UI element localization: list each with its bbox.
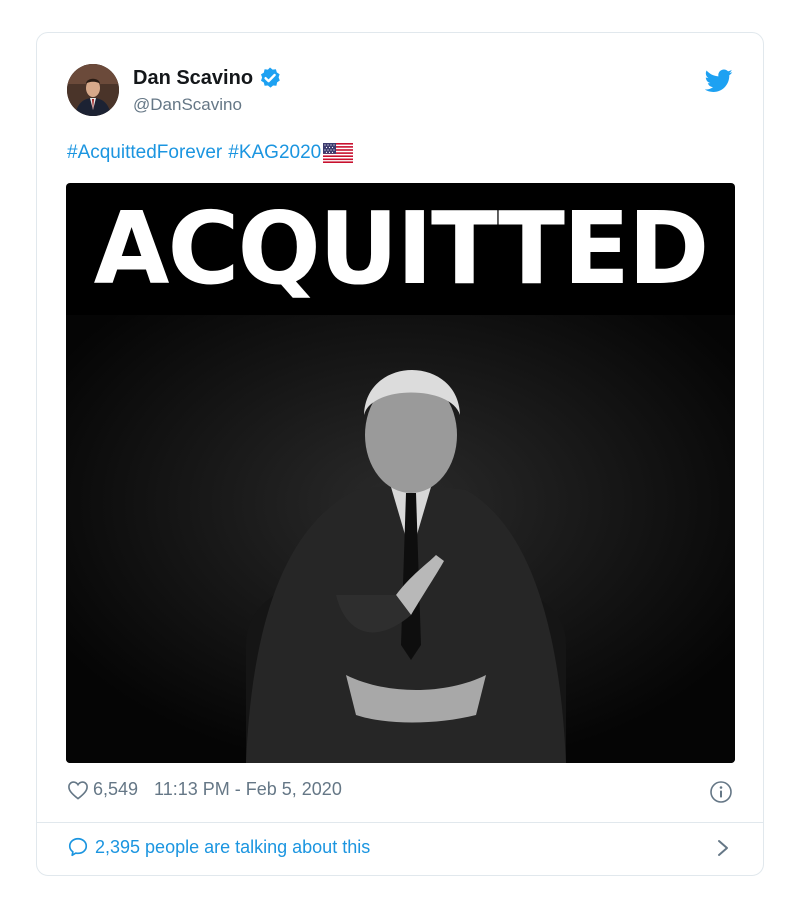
author-handle[interactable]: @DanScavino bbox=[133, 95, 242, 115]
heart-icon[interactable] bbox=[67, 780, 89, 800]
conversation-text: 2,395 people are talking about this bbox=[95, 836, 371, 857]
tweet-timestamp[interactable]: 11:13 PM - Feb 5, 2020 bbox=[154, 779, 342, 800]
hashtag-link[interactable]: #AcquittedForever bbox=[67, 142, 222, 164]
hashtag-link[interactable]: #KAG2020 bbox=[228, 142, 321, 164]
card-divider bbox=[37, 822, 763, 823]
tweet-meta: 6,549 11:13 PM - Feb 5, 2020 bbox=[67, 779, 342, 800]
media-photo bbox=[66, 315, 735, 763]
author-avatar[interactable] bbox=[67, 64, 119, 116]
tweet-text: #AcquittedForever #KAG2020 bbox=[67, 142, 354, 164]
info-icon[interactable] bbox=[709, 780, 733, 804]
us-flag-emoji bbox=[323, 143, 354, 163]
tweet-media[interactable]: ACQUITTED bbox=[66, 183, 735, 763]
conversation-link[interactable]: 2,395 people are talking about this bbox=[67, 836, 370, 858]
speech-bubble-icon bbox=[68, 837, 88, 857]
media-headline: ACQUITTED bbox=[93, 189, 710, 307]
chevron-right-icon[interactable] bbox=[716, 838, 730, 858]
verified-badge-icon bbox=[261, 67, 280, 88]
like-count[interactable]: 6,549 bbox=[93, 779, 138, 800]
tweet-card[interactable]: Dan Scavino @DanScavino #AcquittedForeve… bbox=[36, 32, 764, 876]
twitter-bird-icon[interactable] bbox=[705, 69, 733, 93]
author-name[interactable]: Dan Scavino bbox=[133, 67, 253, 90]
author-name-row: Dan Scavino bbox=[133, 66, 282, 90]
